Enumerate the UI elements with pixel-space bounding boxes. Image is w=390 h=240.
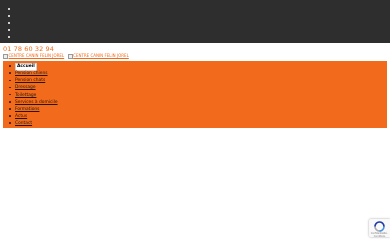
- nav-item-contact[interactable]: Contact: [9, 120, 58, 127]
- logo-image-alt[interactable]: CENTRE CANIN FELIN JOREL: [67, 53, 129, 59]
- logo-link[interactable]: CENTRE CANIN FELIN JOREL CENTRE CANIN FE…: [3, 53, 131, 59]
- nav-link-toilettage[interactable]: Toilettage: [15, 93, 36, 98]
- nav-item-dressage[interactable]: Dressage: [9, 84, 58, 91]
- top-bar: [0, 0, 390, 43]
- nav-menu: Accueil Pension chiens Pension chats Dre…: [9, 63, 58, 127]
- nav-item-pension-chiens[interactable]: Pension chiens: [9, 70, 58, 77]
- phone-number[interactable]: 01 78 60 32 94: [3, 45, 54, 53]
- recaptcha-badge[interactable]: Confidentialité - Conditions: [369, 219, 390, 238]
- broken-image-icon: [3, 53, 8, 59]
- nav-item-formations[interactable]: Formations: [9, 106, 58, 113]
- nav-item-accueil[interactable]: Accueil: [9, 63, 58, 71]
- nav-item-pension-chats[interactable]: Pension chats: [9, 77, 58, 84]
- nav-link-pension-chiens[interactable]: Pension chiens: [15, 71, 48, 76]
- nav-link-formations[interactable]: Formations: [15, 107, 39, 112]
- nav-link-contact[interactable]: Contact: [15, 121, 32, 126]
- nav-item-services-domicile[interactable]: Services à domicile: [9, 99, 58, 106]
- recaptcha-icon: [374, 221, 385, 232]
- logo-image[interactable]: CENTRE CANIN FELIN JOREL: [3, 53, 64, 59]
- main-navigation: Accueil Pension chiens Pension chats Dre…: [3, 61, 387, 128]
- nav-item-actus[interactable]: Actus: [9, 113, 58, 120]
- broken-image-icon: [67, 53, 73, 59]
- nav-item-toilettage[interactable]: Toilettage: [9, 92, 58, 99]
- nav-link-actus[interactable]: Actus: [15, 114, 27, 119]
- nav-link-services-domicile[interactable]: Services à domicile: [15, 100, 58, 105]
- nav-link-dressage[interactable]: Dressage: [15, 85, 36, 90]
- nav-link-pension-chats[interactable]: Pension chats: [15, 78, 45, 83]
- recaptcha-label: Confidentialité - Conditions: [370, 232, 389, 238]
